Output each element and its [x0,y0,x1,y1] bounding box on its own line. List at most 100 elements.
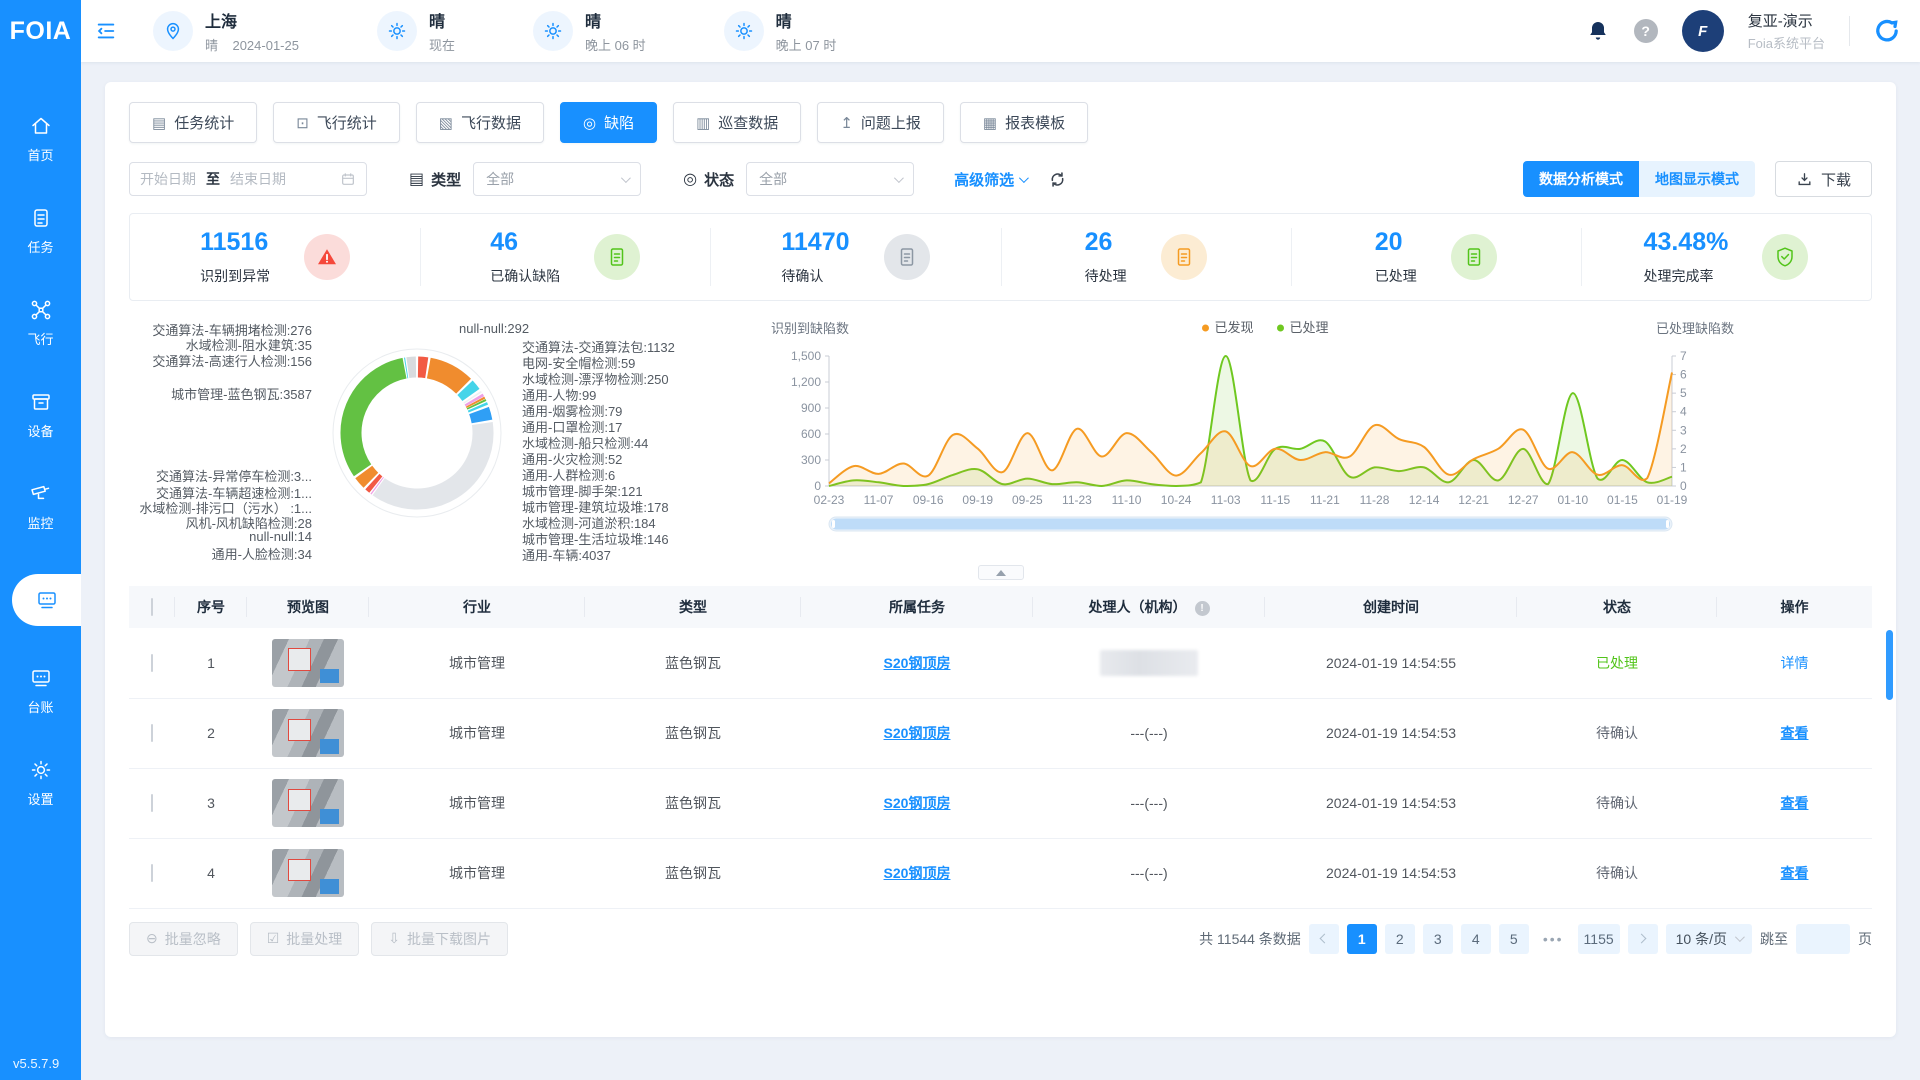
sidebar-item-settings[interactable]: 设置 [0,758,81,814]
donut-segment[interactable] [379,423,483,499]
donut-segment[interactable] [465,388,471,395]
donut-segment[interactable] [475,402,476,404]
tab-template[interactable]: ▦报表模板 [960,102,1088,143]
advanced-filter-link[interactable]: 高级筛选 [954,169,1026,190]
sidebar-item-device[interactable]: 设备 [0,390,81,446]
donut-segment[interactable] [372,482,375,485]
row-action-link[interactable]: 查看 [1781,725,1809,741]
batch-ignore-button[interactable]: ⊖批量忽略 [129,922,238,956]
svg-text:12-14: 12-14 [1409,493,1440,507]
page-button[interactable]: 3 [1423,924,1453,954]
sidebar-item-flight[interactable]: 飞行 [0,298,81,354]
type-select[interactable]: 全部 [473,162,641,196]
next-page-button[interactable] [1628,924,1658,954]
row-checkbox[interactable] [151,724,153,742]
batch-download-button[interactable]: ⇩批量下载图片 [371,922,508,956]
row-action-link[interactable]: 查看 [1781,795,1809,811]
sidebar-item-data[interactable] [12,574,81,626]
page-button[interactable]: 2 [1385,924,1415,954]
row-checkbox[interactable] [151,794,153,812]
page-button[interactable]: 1155 [1578,924,1620,954]
select-all-checkbox[interactable] [151,598,153,616]
download-button[interactable]: 下载 [1775,161,1872,197]
preview-image[interactable] [272,849,344,897]
location-pin-icon [153,11,193,51]
info-icon[interactable]: ! [1195,601,1210,616]
svg-text:300: 300 [801,453,821,467]
shield-badge [1762,234,1808,280]
location-weather: 上海 晴 2024-01-25 [153,8,299,54]
row-type: 蓝色钢瓦 [585,628,801,698]
tab-task-stats[interactable]: ▤任务统计 [129,102,257,143]
jump-label: 跳至 [1760,929,1788,949]
tab-report[interactable]: ↥问题上报 [817,102,944,143]
sidebar-item-monitor[interactable]: 监控 [0,482,81,538]
check-square-icon: ☑ [267,930,280,947]
date-range-input[interactable]: 开始日期 至 结束日期 [129,162,367,196]
tab-patrol[interactable]: ▥巡查数据 [673,102,801,143]
row-handler-cell: ---(---) [1033,698,1265,768]
notifications-bell-icon[interactable] [1586,19,1610,43]
donut-segment[interactable] [477,406,478,408]
row-checkbox[interactable] [151,864,153,882]
help-icon[interactable]: ? [1634,19,1658,43]
row-action-link[interactable]: 查看 [1781,865,1809,881]
donut-label: null-null:292 [459,321,529,336]
tab-defect[interactable]: ◎缺陷 [560,102,657,143]
sidebar-item-home[interactable]: 首页 [0,114,81,170]
task-link[interactable]: S20钢顶房 [884,655,951,671]
collapse-sidebar-icon[interactable] [95,20,117,42]
refresh-icon[interactable] [1048,170,1067,189]
column-header-label: 处理人（机构） [1089,599,1187,615]
row-created-time: 2024-01-19 14:54:55 [1265,628,1517,698]
mode-map-display[interactable]: 地图显示模式 [1639,161,1755,197]
row-type: 蓝色钢瓦 [585,698,801,768]
mode-data-analysis[interactable]: 数据分析模式 [1523,161,1639,197]
warning-badge [304,234,350,280]
donut-segment[interactable] [364,472,371,480]
table-scrollbar[interactable] [1886,630,1893,700]
donut-segment[interactable] [479,411,482,422]
donut-segment[interactable] [476,404,477,406]
avatar[interactable]: F [1682,10,1724,52]
donut-segment[interactable] [418,367,427,368]
donut-segment[interactable] [351,368,405,470]
column-header-label: 所属任务 [889,599,945,615]
status-select[interactable]: 全部 [746,162,914,196]
preview-image[interactable] [272,709,344,757]
prev-page-button[interactable] [1309,924,1339,954]
donut-segment[interactable] [472,397,473,398]
collapse-charts-button[interactable] [978,565,1024,580]
user-org: Foia系统平台 [1748,33,1825,52]
tab-flight-stats[interactable]: ⊡飞行统计 [273,102,400,143]
task-link[interactable]: S20钢顶房 [884,865,951,881]
preview-image[interactable] [272,639,344,687]
page-button[interactable]: 4 [1461,924,1491,954]
page-button[interactable]: 1 [1347,924,1377,954]
row-checkbox[interactable] [151,654,153,672]
table-row: 4城市管理蓝色钢瓦S20钢顶房---(---)2024-01-19 14:54:… [129,838,1872,908]
task-link[interactable]: S20钢顶房 [884,725,951,741]
donut-segment[interactable] [408,367,416,368]
stat-value: 43.48% [1644,228,1729,257]
logout-swirl-icon[interactable] [1874,18,1900,44]
sidebar-item-ledger[interactable]: 台账 [0,666,81,722]
user-info[interactable]: 复亚-演示 Foia系统平台 [1748,10,1825,52]
row-action-link[interactable]: 详情 [1781,655,1809,671]
preview-image[interactable] [272,779,344,827]
svg-text:01-10: 01-10 [1557,493,1588,507]
tab-flight-data-icon: ▧ [439,114,453,132]
tab-flight-data[interactable]: ▧飞行数据 [416,102,544,143]
sidebar-item-tasks[interactable]: 任务 [0,206,81,262]
task-link[interactable]: S20钢顶房 [884,795,951,811]
stat-value: 20 [1375,228,1417,257]
sidebar-item-label: 首页 [27,145,53,164]
page-size-select[interactable]: 10 条/页 [1666,924,1752,954]
donut-segment[interactable] [474,399,475,401]
page-button[interactable]: 5 [1499,924,1529,954]
donut-segment[interactable] [377,485,378,486]
jump-page-input[interactable] [1796,924,1850,954]
donut-segment[interactable] [429,368,464,386]
stat-4: 26待处理 [1001,214,1291,300]
batch-process-button[interactable]: ☑批量处理 [250,922,360,956]
